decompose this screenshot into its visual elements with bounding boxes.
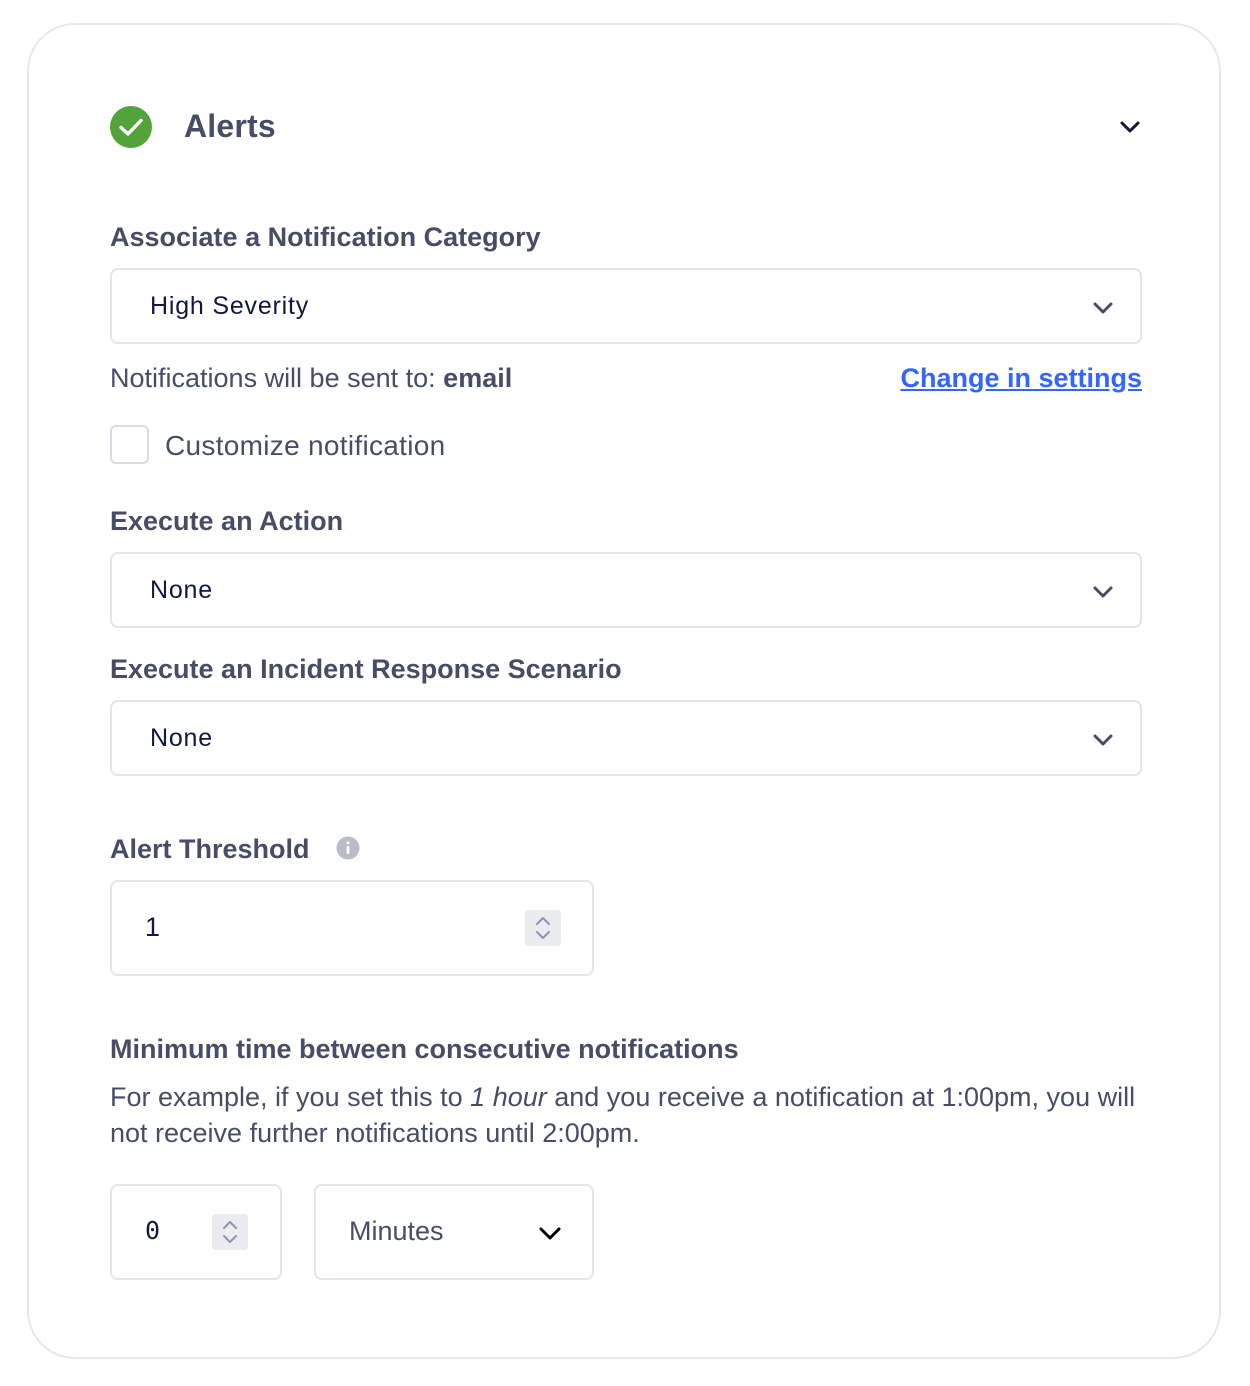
alert-threshold-label: Alert Threshold	[110, 834, 310, 864]
incident-response-value: None	[150, 724, 213, 752]
check-circle-icon	[110, 106, 152, 148]
min-time-value: 0	[145, 1216, 161, 1245]
min-time-value-input[interactable]: 0	[110, 1184, 282, 1280]
chevron-down-icon	[1093, 586, 1113, 598]
chevron-down-icon	[539, 1227, 561, 1240]
notification-category-label: Associate a Notification Category	[110, 222, 541, 252]
section-title: Alerts	[184, 108, 276, 144]
chevron-down-icon[interactable]	[1116, 113, 1144, 141]
notification-recipient-row: Notifications will be sent to: email Cha…	[110, 361, 1142, 401]
alerts-header[interactable]: Alerts	[110, 105, 1144, 149]
stepper-arrows-icon	[536, 917, 550, 939]
min-time-stepper[interactable]	[212, 1214, 248, 1250]
alert-threshold-input[interactable]: 1	[110, 880, 594, 976]
customize-notification-checkbox[interactable]	[110, 425, 149, 464]
execute-action-label: Execute an Action	[110, 506, 344, 536]
customize-notification-label: Customize notification	[165, 430, 446, 461]
execute-action-select[interactable]: None	[110, 552, 1142, 628]
min-time-unit-select[interactable]: Minutes	[314, 1184, 594, 1280]
alert-threshold-stepper[interactable]	[525, 910, 561, 946]
min-time-description: For example, if you set this to 1 hour a…	[110, 1082, 1136, 1148]
execute-action-value: None	[150, 576, 213, 604]
chevron-down-icon	[1093, 734, 1113, 746]
incident-response-label: Execute an Incident Response Scenario	[110, 654, 622, 684]
info-icon[interactable]	[336, 836, 360, 860]
alert-threshold-value: 1	[145, 912, 161, 942]
notification-category-select[interactable]: High Severity	[110, 268, 1142, 344]
min-time-label: Minimum time between consecutive notific…	[110, 1034, 739, 1064]
incident-response-select[interactable]: None	[110, 700, 1142, 776]
stepper-arrows-icon	[223, 1221, 237, 1243]
min-time-unit-value: Minutes	[349, 1216, 444, 1246]
notification-category-value: High Severity	[150, 292, 310, 320]
notification-recipient-value: email	[443, 363, 513, 393]
alerts-card: Alerts Associate a Notification Category…	[27, 23, 1221, 1359]
notification-recipient-text: Notifications will be sent to: email	[110, 363, 513, 393]
change-in-settings-link[interactable]: Change in settings	[900, 363, 1142, 394]
chevron-down-icon	[1093, 302, 1113, 314]
